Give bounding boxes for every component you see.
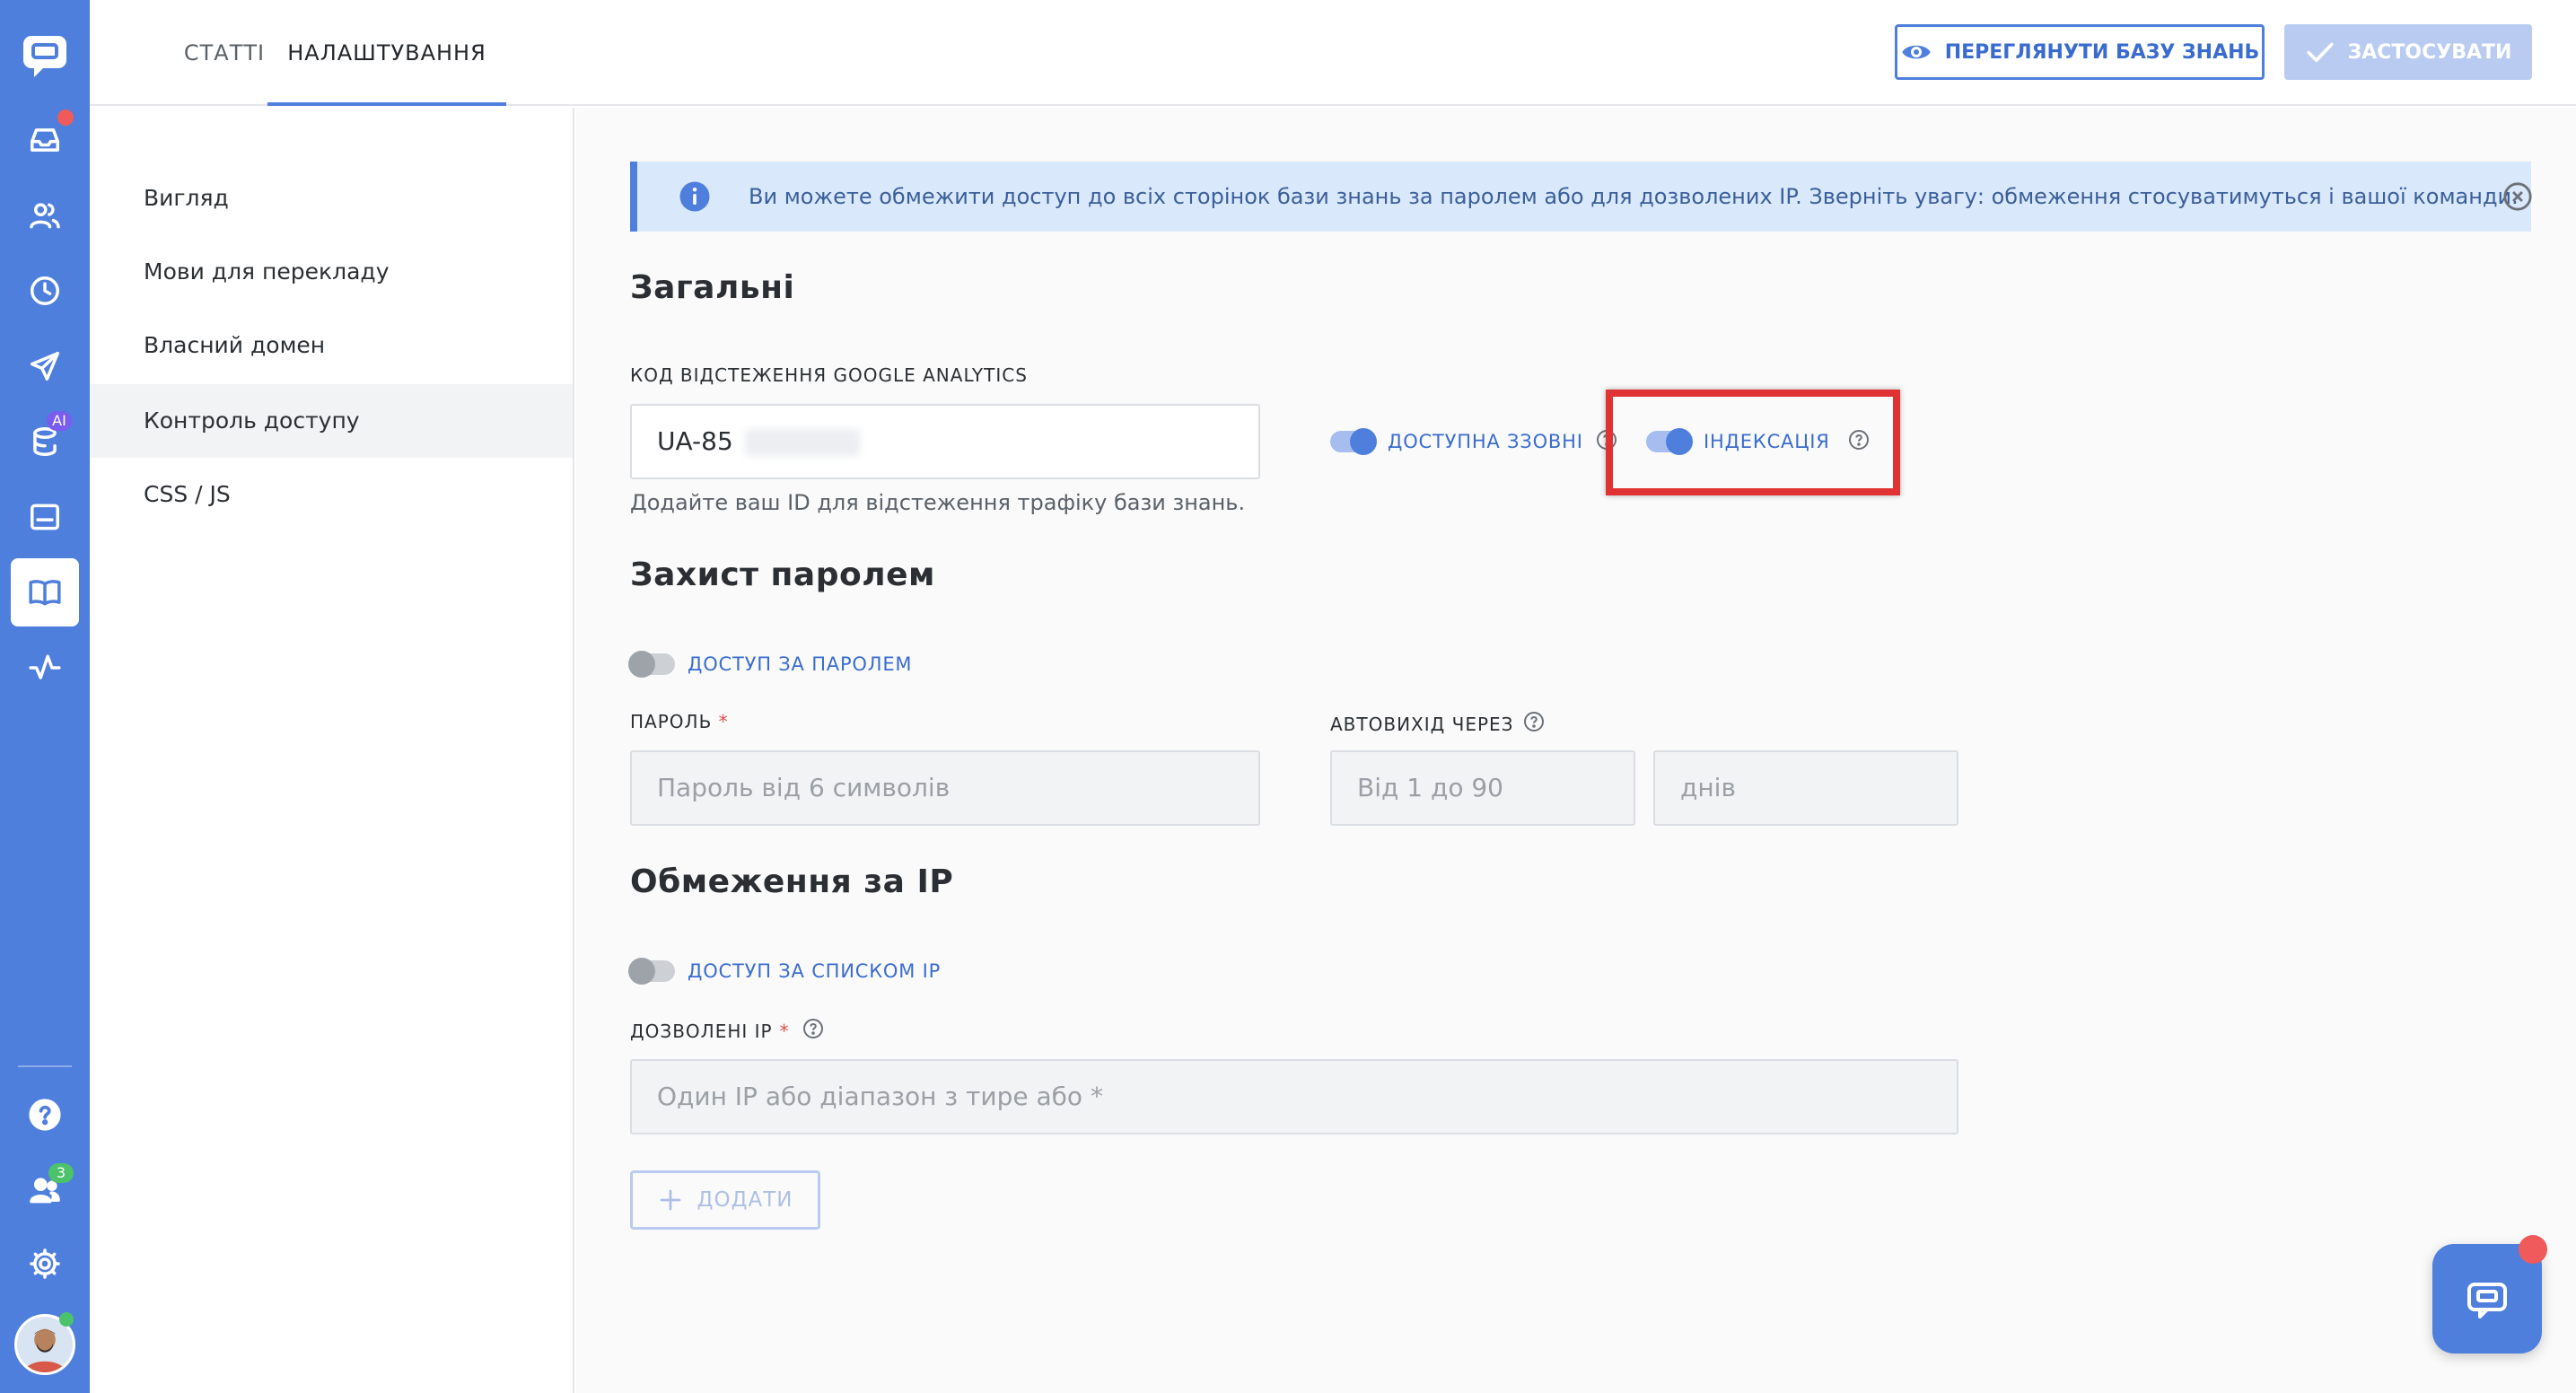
tab-settings[interactable]: Налаштування: [267, 0, 506, 106]
contacts-icon[interactable]: [18, 188, 72, 242]
knowledge-base-icon[interactable]: [11, 558, 79, 626]
password-access-toggle-row: Доступ за паролем: [628, 651, 913, 678]
eye-icon: [1901, 45, 1931, 59]
password-label: Пароль *: [630, 711, 729, 732]
auto-logout-label: Автовихід через: [1330, 711, 1545, 737]
password-input[interactable]: Пароль від 6 символів: [630, 750, 1260, 826]
allowed-ip-help-icon[interactable]: [802, 1018, 824, 1044]
send-icon[interactable]: [18, 339, 72, 393]
auto-logout-placeholder: Від 1 до 90: [1357, 773, 1503, 802]
password-access-toggle[interactable]: [628, 651, 675, 678]
allowed-ip-input[interactable]: Один IP або діапазон з тире або *: [630, 1059, 1958, 1135]
required-mark: *: [779, 1020, 790, 1042]
history-clock-icon[interactable]: [18, 264, 72, 318]
indexing-highlight-box: [1606, 390, 1900, 495]
password-access-label: Доступ за паролем: [688, 653, 913, 675]
info-banner-text: Ви можете обмежити доступ до всіх сторін…: [749, 184, 2519, 209]
ip-access-toggle-row: Доступ за списком IP: [628, 958, 942, 985]
required-mark: *: [718, 711, 729, 732]
analytics-pulse-icon[interactable]: [18, 641, 72, 695]
ga-code-input[interactable]: UA-85: [630, 404, 1260, 479]
general-section-title: Загальні: [630, 269, 795, 306]
settings-gear-icon[interactable]: [18, 1237, 72, 1291]
auto-logout-input[interactable]: Від 1 до 90: [1330, 750, 1635, 826]
days-unit-field[interactable]: днів: [1653, 750, 1958, 826]
team-count-badge: 3: [48, 1163, 74, 1183]
chat-icon: [2467, 1283, 2507, 1319]
close-icon[interactable]: [2502, 181, 2533, 212]
public-access-label: Доступна ззовні: [1388, 431, 1583, 452]
password-placeholder: Пароль від 6 символів: [657, 773, 951, 802]
ip-access-toggle[interactable]: [628, 958, 675, 985]
info-icon: [679, 181, 710, 212]
view-knowledge-base-label: Переглянути базу знань: [1944, 40, 2260, 64]
add-ip-label: Додати: [697, 1188, 793, 1212]
allowed-ip-placeholder: Один IP або діапазон з тире або *: [657, 1082, 1103, 1111]
access-control-panel: Ви можете обмежити доступ до всіх сторін…: [576, 108, 2576, 1393]
inbox-unread-dot: [57, 110, 74, 126]
apply-label: Застосувати: [2347, 40, 2512, 64]
days-placeholder: днів: [1680, 773, 1736, 802]
ai-badge: AI: [47, 411, 72, 431]
ip-access-label: Доступ за списком IP: [688, 960, 942, 982]
menu-item-access-control[interactable]: Контроль доступу: [90, 384, 573, 458]
ga-code-label: Код відстеження Google Analytics: [630, 364, 1028, 386]
password-section-title: Захист паролем: [630, 556, 935, 593]
menu-item-css-js[interactable]: CSS / JS: [90, 458, 573, 531]
widget-icon[interactable]: [18, 490, 72, 544]
auto-logout-help-icon[interactable]: [1523, 711, 1545, 737]
rail-divider: [18, 1065, 72, 1067]
public-access-toggle[interactable]: [1330, 428, 1377, 455]
plus-icon: [661, 1189, 681, 1211]
ga-code-value: UA-85: [657, 426, 733, 456]
allowed-ip-label: Дозволені IP *: [630, 1018, 824, 1044]
check-icon: [2306, 42, 2334, 63]
app-rail: AI 3: [0, 0, 90, 1393]
settings-menu: Вигляд Мови для перекладу Власний домен …: [90, 108, 574, 1393]
apply-button[interactable]: Застосувати: [2284, 24, 2532, 80]
menu-item-appearance[interactable]: Вигляд: [90, 162, 573, 235]
view-knowledge-base-button[interactable]: Переглянути базу знань: [1895, 24, 2265, 80]
ip-section-title: Обмеження за IP: [630, 863, 954, 900]
menu-item-custom-domain[interactable]: Власний домен: [90, 309, 573, 382]
help-icon[interactable]: [18, 1088, 72, 1142]
ga-code-hint: Додайте ваш ID для відстеження трафіку б…: [630, 490, 1246, 515]
add-ip-button[interactable]: Додати: [630, 1170, 820, 1230]
public-access-toggle-row: Доступна ззовні: [1330, 428, 1617, 455]
online-status-dot: [59, 1312, 74, 1327]
chat-unread-dot: [2519, 1235, 2547, 1264]
ga-code-redacted: [744, 429, 860, 456]
menu-item-translation-languages[interactable]: Мови для перекладу: [90, 235, 573, 309]
info-banner: Ви можете обмежити доступ до всіх сторін…: [630, 162, 2533, 232]
app-logo-icon[interactable]: [18, 29, 72, 83]
